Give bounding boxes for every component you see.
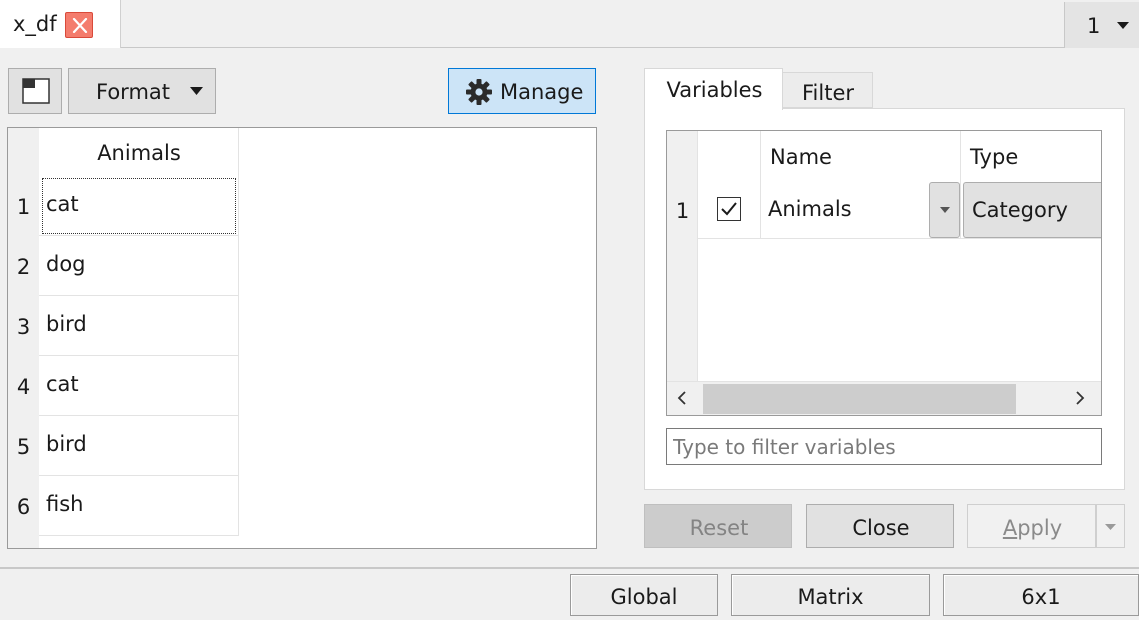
cell-value: bird bbox=[46, 432, 87, 456]
cell-value: cat bbox=[46, 372, 79, 396]
chevron-down-icon bbox=[1105, 524, 1116, 530]
close-button[interactable]: Close bbox=[806, 504, 954, 548]
reset-label: Reset bbox=[689, 516, 749, 540]
grid-divider bbox=[760, 131, 761, 239]
table-cell[interactable]: cat bbox=[39, 356, 239, 416]
layout-icon bbox=[22, 78, 50, 104]
column-header-animals[interactable]: Animals bbox=[39, 128, 239, 180]
status-kind-label: Matrix bbox=[797, 585, 864, 609]
apply-mnemonic: A bbox=[1002, 516, 1018, 540]
apply-label: Apply bbox=[968, 516, 1097, 540]
manage-button[interactable]: Manage bbox=[448, 68, 596, 114]
tab-variables[interactable]: Variables bbox=[644, 68, 783, 110]
row-number[interactable]: 6 bbox=[8, 495, 39, 519]
chevron-left-icon[interactable] bbox=[677, 390, 687, 406]
variables-grid[interactable]: Name Type 1 Animals Category bbox=[666, 130, 1102, 416]
table-cell[interactable]: dog bbox=[39, 236, 239, 296]
tab-filter[interactable]: Filter bbox=[783, 72, 873, 108]
checkmark-icon bbox=[721, 202, 737, 216]
variable-name-dropdown[interactable] bbox=[929, 182, 960, 238]
chevron-down-icon bbox=[1117, 22, 1129, 29]
status-bar: Global Matrix 6x1 bbox=[0, 567, 1139, 620]
header-name[interactable]: Name bbox=[770, 145, 832, 169]
format-dropdown-button[interactable]: Format bbox=[68, 68, 216, 114]
data-table[interactable]: Animals 1 cat 2 dog 3 bird 4 cat 5 bird … bbox=[7, 127, 597, 549]
grid-divider bbox=[960, 131, 961, 239]
apply-options-dropdown[interactable] bbox=[1096, 504, 1125, 548]
horizontal-scrollbar[interactable] bbox=[667, 381, 1101, 415]
tab-label: Variables bbox=[666, 78, 763, 102]
format-label: Format bbox=[96, 80, 171, 104]
reset-button[interactable]: Reset bbox=[644, 504, 792, 548]
chevron-right-icon[interactable] bbox=[1075, 390, 1085, 406]
grid-divider bbox=[698, 238, 1101, 239]
status-scope: Global bbox=[570, 574, 718, 616]
apply-button[interactable]: Apply bbox=[967, 504, 1096, 548]
row-number[interactable]: 2 bbox=[8, 255, 39, 279]
variable-row-number: 1 bbox=[675, 199, 690, 223]
scrollbar-thumb[interactable] bbox=[703, 384, 1016, 414]
close-tab-button[interactable] bbox=[65, 12, 93, 38]
row-number[interactable]: 1 bbox=[8, 195, 39, 219]
column-header-label: Animals bbox=[97, 141, 181, 165]
status-size: 6x1 bbox=[943, 574, 1139, 616]
cell-value: bird bbox=[46, 312, 87, 336]
page-selector-value: 1 bbox=[1087, 14, 1101, 38]
chevron-down-icon bbox=[190, 87, 203, 95]
cell-value: dog bbox=[46, 252, 86, 276]
gear-icon bbox=[466, 79, 492, 105]
apply-label-rest: pply bbox=[1017, 516, 1063, 540]
close-label: Close bbox=[852, 516, 910, 540]
variable-name[interactable]: Animals bbox=[768, 197, 852, 221]
close-icon bbox=[72, 18, 88, 33]
variable-type-value: Category bbox=[972, 198, 1068, 222]
header-type[interactable]: Type bbox=[970, 145, 1018, 169]
document-tab-label: x_df bbox=[13, 12, 57, 36]
row-number[interactable]: 5 bbox=[8, 435, 39, 459]
variables-row-header bbox=[667, 131, 698, 381]
cell-value: cat bbox=[46, 192, 79, 216]
tab-label: Filter bbox=[801, 81, 854, 105]
table-cell[interactable]: cat bbox=[39, 176, 239, 236]
cell-value: fish bbox=[46, 492, 84, 516]
row-number[interactable]: 4 bbox=[8, 375, 39, 399]
variables-tab-page: Name Type 1 Animals Category bbox=[644, 108, 1125, 490]
table-cell[interactable]: fish bbox=[39, 476, 239, 536]
page-selector[interactable]: 1 bbox=[1064, 2, 1139, 48]
document-tab[interactable]: x_df bbox=[0, 0, 121, 48]
table-cell[interactable]: bird bbox=[39, 416, 239, 476]
status-kind: Matrix bbox=[731, 574, 930, 616]
chevron-down-icon bbox=[940, 207, 950, 213]
variable-include-checkbox[interactable] bbox=[717, 197, 741, 221]
manage-label: Manage bbox=[500, 80, 584, 104]
status-scope-label: Global bbox=[610, 585, 678, 609]
table-cell[interactable]: bird bbox=[39, 296, 239, 356]
status-size-label: 6x1 bbox=[1021, 585, 1061, 609]
filter-variables-input[interactable] bbox=[666, 428, 1102, 465]
tab-bar bbox=[0, 0, 1139, 48]
layout-button[interactable] bbox=[8, 68, 62, 114]
row-number[interactable]: 3 bbox=[8, 315, 39, 339]
variable-type-select[interactable]: Category bbox=[963, 182, 1101, 238]
